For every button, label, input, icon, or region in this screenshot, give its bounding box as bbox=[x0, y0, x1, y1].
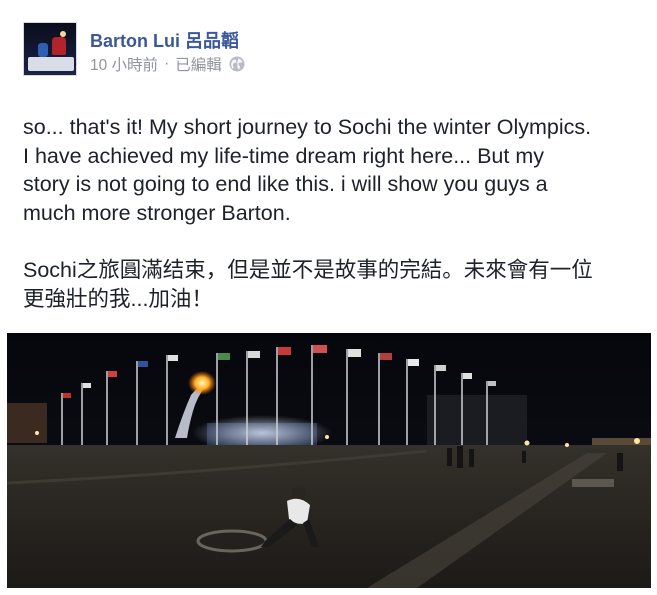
building bbox=[7, 403, 47, 443]
avatar-light bbox=[60, 31, 66, 37]
bench bbox=[572, 479, 614, 487]
olympic-park-night-photo bbox=[7, 333, 651, 588]
message-line: Sochi之旅圓滿结束，但是並不是故事的完結。未來會有一位 bbox=[23, 258, 593, 282]
message-line: much more stronger Barton. bbox=[23, 200, 291, 225]
avatar[interactable] bbox=[23, 22, 77, 76]
message-line: I have achieved my life-time dream right… bbox=[23, 143, 544, 168]
post-header: Barton Lui 呂品韜 10 小時前 · 已編輯 bbox=[23, 22, 623, 78]
olympic-flame bbox=[188, 371, 216, 395]
edited-label[interactable]: 已編輯 bbox=[175, 53, 222, 75]
post-photo[interactable] bbox=[7, 333, 651, 588]
post-message: so... that's it! My short journey to Soc… bbox=[23, 113, 643, 313]
post-timestamp[interactable]: 10 小時前 bbox=[90, 53, 158, 75]
avatar-figure-blue bbox=[38, 43, 48, 57]
message-line: story is not going to end like this. i w… bbox=[23, 172, 548, 196]
facebook-post: Barton Lui 呂品韜 10 小時前 · 已編輯 so... that's… bbox=[0, 0, 657, 595]
arena bbox=[427, 395, 527, 450]
plaza-ground bbox=[7, 445, 651, 588]
avatar-figure-red bbox=[52, 37, 66, 55]
message-line: so... that's it! My short journey to Soc… bbox=[23, 115, 592, 139]
message-line: 更強壯的我...加油！ bbox=[23, 286, 213, 311]
post-meta: 10 小時前 · 已編輯 bbox=[90, 53, 246, 75]
avatar-stage bbox=[28, 57, 74, 71]
author-name[interactable]: Barton Lui 呂品韜 bbox=[90, 27, 239, 53]
globe-icon[interactable] bbox=[228, 55, 246, 73]
meta-separator: · bbox=[164, 55, 170, 72]
